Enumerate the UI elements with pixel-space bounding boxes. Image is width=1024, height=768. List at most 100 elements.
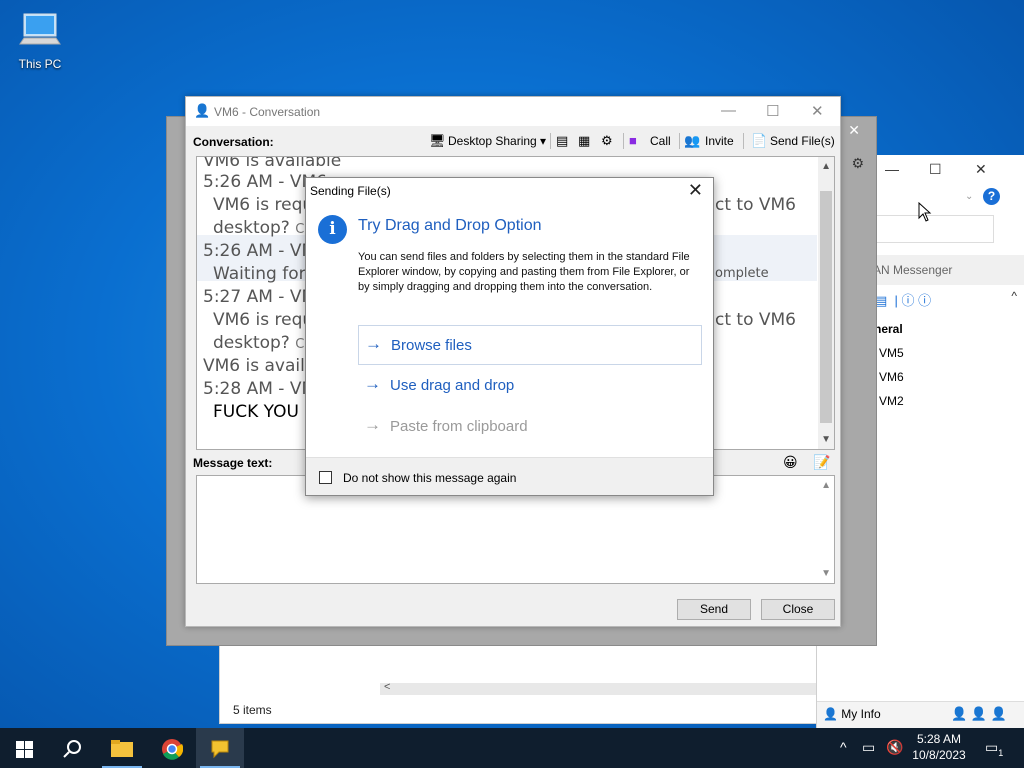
invite-icon: 👥 (684, 133, 701, 148)
window-title: VM6 - Conversation (214, 105, 321, 119)
network-icon[interactable]: ▭ (862, 739, 875, 756)
desktop-sharing-button[interactable]: Desktop Sharing ▾ (448, 134, 546, 148)
drag-drop-option[interactable]: → Use drag and drop (358, 366, 700, 404)
maximize-button[interactable]: ☐ (766, 102, 779, 120)
option-label: Use drag and drop (390, 377, 515, 394)
history-line: VM6 is available (203, 156, 342, 171)
sending-files-dialog: Sending File(s) ✕ i Try Drag and Drop Op… (305, 177, 714, 496)
contacts-icon[interactable]: ▦ (578, 133, 590, 149)
taskbar: ^ ▭ 🔇 5:28 AM 10/8/2023 ▭1 (0, 728, 1024, 768)
desktop-icon-label: This PC (18, 57, 62, 71)
scroll-up-icon[interactable]: ▲ (821, 480, 831, 491)
close-button[interactable]: ✕ (811, 102, 824, 120)
send-file-icon: 📄 (751, 133, 768, 148)
separator (550, 133, 551, 149)
close-button[interactable]: Close (761, 599, 835, 620)
dialog-heading: Try Drag and Drop Option (358, 217, 542, 234)
chevron-up-icon[interactable]: ^ (1011, 289, 1017, 303)
minimize-button[interactable]: — (885, 161, 899, 177)
history-line: FUCK YOU (213, 402, 299, 422)
status-icons[interactable]: 👤 👤 👤 (951, 706, 1007, 722)
scroll-thumb[interactable] (820, 191, 832, 423)
settings-icon[interactable]: ⚙ (601, 133, 613, 149)
user-icon: 👤 (194, 103, 211, 118)
dialog-body: You can send files and folders by select… (358, 251, 690, 293)
clock-time: 5:28 AM (916, 732, 962, 746)
history-line: 5:28 AM - VM (203, 379, 317, 399)
speaker-icon[interactable]: 🔇 (886, 739, 903, 756)
clock-date: 10/8/2023 (912, 748, 966, 762)
send-files-button[interactable]: Send File(s) (770, 134, 835, 148)
scroll-up-icon[interactable]: ▲ (821, 161, 831, 172)
info-icon: i (318, 215, 347, 244)
contact-vm5[interactable]: VM5 (879, 346, 904, 360)
history-line: desktop? Co (213, 333, 312, 353)
messenger-title: AN Messenger (873, 263, 953, 277)
call-button[interactable]: Call (650, 134, 671, 148)
paste-clipboard-option: → Paste from clipboard (358, 407, 700, 445)
history-line: VM6 is requ (213, 310, 314, 330)
note-icon[interactable]: 📝 (813, 454, 830, 471)
file-explorer-button[interactable] (98, 728, 146, 768)
history-right-text: omplete (715, 266, 769, 281)
help-icon[interactable]: ? (983, 188, 1000, 205)
gear-icon[interactable]: ⚙ (851, 155, 864, 172)
chevron-down-icon[interactable]: ⌄ (965, 191, 973, 202)
my-info-button[interactable]: 👤 My Info (823, 707, 881, 721)
notification-icon[interactable]: ▭1 (985, 739, 1003, 758)
computer-icon (19, 13, 61, 45)
minimize-button[interactable]: — (721, 102, 736, 119)
history-line: 5:26 AM - VM (203, 241, 317, 261)
dialog-title: Sending File(s) (310, 184, 391, 198)
history-text: desktop? (213, 218, 290, 238)
scroll-down-icon[interactable]: ▼ (821, 434, 831, 445)
history-right-text: ct to VM6 (715, 195, 796, 215)
dialog-footer: Do not show this message again (306, 457, 713, 495)
history-line: VM6 is requ (213, 195, 314, 215)
clock[interactable]: 5:28 AM 10/8/2023 (904, 731, 974, 763)
dont-show-checkbox[interactable] (319, 471, 332, 484)
checkbox-label[interactable]: Do not show this message again (343, 471, 516, 485)
close-icon[interactable]: ✕ (688, 180, 703, 201)
close-button[interactable]: ✕ (975, 161, 987, 178)
contact-vm6[interactable]: VM6 (879, 370, 904, 384)
browse-files-option[interactable]: → Browse files (358, 325, 702, 365)
emoji-icon[interactable]: 😀 (783, 454, 798, 471)
horizontal-scrollbar[interactable]: < (380, 681, 816, 695)
start-button[interactable] (0, 728, 48, 768)
contact-vm2[interactable]: VM2 (879, 394, 904, 408)
desktop-sharing-label: Desktop Sharing (448, 134, 537, 148)
messenger-icon (211, 740, 229, 759)
scroll-left-icon[interactable]: < (384, 681, 390, 693)
invite-button[interactable]: Invite (705, 134, 734, 148)
message-label: Message text: (193, 456, 273, 470)
history-icon[interactable]: ▤ (556, 133, 568, 149)
arrow-right-icon: → (365, 334, 382, 353)
maximize-button[interactable]: ☐ (929, 161, 942, 178)
my-info-label: My Info (841, 707, 881, 721)
video-icon: ■ (629, 133, 637, 148)
separator (679, 133, 680, 149)
search-button[interactable] (48, 728, 96, 768)
toolbar-icons[interactable]: ▤ | ⓘ ⓘ (875, 290, 931, 309)
send-button[interactable]: Send (677, 599, 751, 620)
mouse-cursor (918, 201, 932, 227)
desktop-sharing-icon: 🖥 (429, 133, 446, 148)
chevron-up-icon[interactable]: ^ (840, 739, 847, 755)
history-right-text: ct to VM6 (715, 310, 796, 330)
contact-group[interactable]: neral (874, 322, 903, 336)
history-text: desktop? (213, 333, 290, 353)
separator (623, 133, 624, 149)
messenger-button[interactable] (196, 728, 244, 768)
arrow-right-icon: → (364, 415, 381, 434)
desktop-icon-this-pc[interactable]: This PC (14, 10, 66, 71)
conversation-label: Conversation: (193, 135, 274, 149)
search-input[interactable] (872, 215, 994, 243)
search-icon (63, 740, 81, 758)
close-icon[interactable]: ✕ (848, 122, 860, 139)
history-line: Waiting for (213, 264, 306, 284)
chrome-icon (162, 739, 184, 761)
vertical-scrollbar[interactable]: ▲ ▼ (818, 157, 834, 449)
scroll-down-icon[interactable]: ▼ (821, 568, 831, 579)
chrome-button[interactable] (148, 728, 196, 768)
